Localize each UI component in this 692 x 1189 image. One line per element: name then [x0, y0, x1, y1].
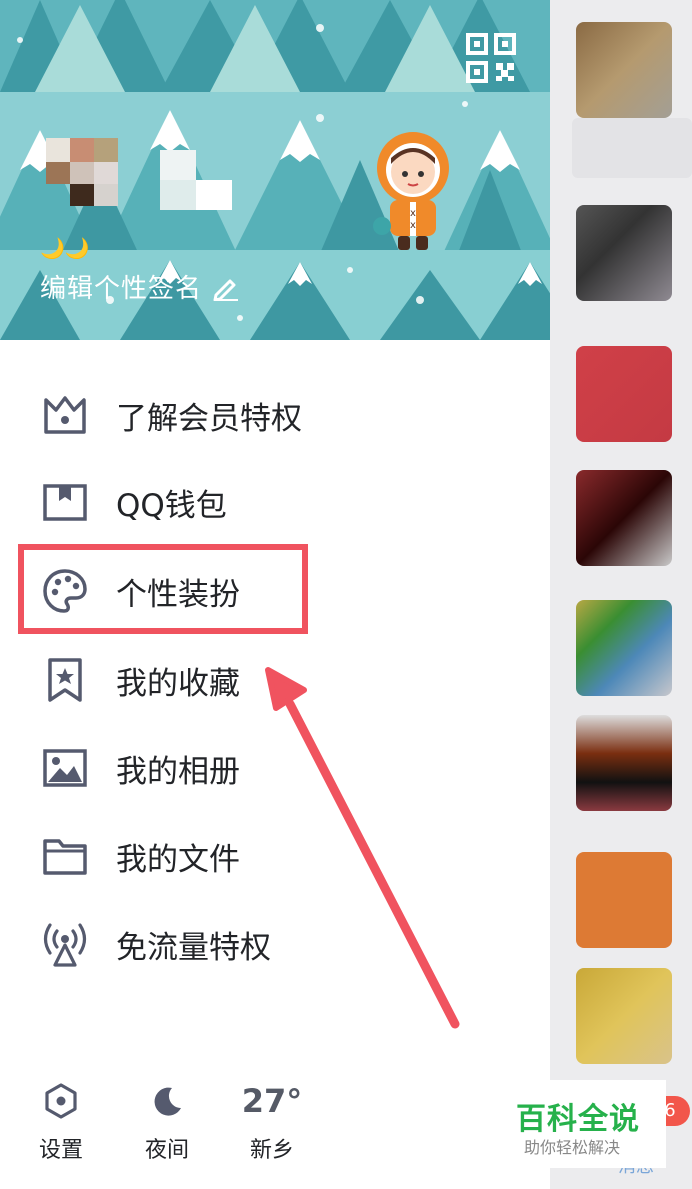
menu-item-vip[interactable]: 了解会员特权: [40, 380, 510, 450]
weather-city: 新乡: [249, 1138, 294, 1163]
background-chat-list: [550, 0, 692, 1189]
moon-icon: [150, 1078, 184, 1124]
bookmark-star-icon: [40, 655, 90, 705]
svg-text:x: x: [410, 208, 416, 219]
blurred-avatar: [576, 470, 672, 566]
nickname: [160, 150, 232, 210]
blurred-avatar: [576, 346, 672, 442]
blurred-row: [572, 118, 692, 178]
menu-item-freeflow[interactable]: 免流量特权: [40, 909, 510, 979]
menu-item-favorites[interactable]: 我的收藏: [40, 645, 510, 715]
antenna-icon: [40, 919, 90, 969]
crown-icon: [40, 390, 90, 440]
signature-text: 编辑个性签名: [40, 274, 203, 304]
blurred-avatar: [576, 205, 672, 301]
blurred-avatar: [576, 600, 672, 696]
pencil-icon: [213, 279, 239, 301]
drawer-bottom-bar: 设置 夜间 27° 新乡: [0, 1078, 550, 1189]
settings-label: 设置: [38, 1138, 83, 1163]
image-icon: [40, 743, 90, 793]
watermark-title: 百科全说: [516, 1102, 640, 1137]
watermark-subtitle: 助你轻松解决: [524, 1138, 621, 1157]
menu-item-label: QQ钱包: [116, 487, 227, 524]
menu-item-label: 我的相册: [116, 753, 240, 790]
menu-item-album[interactable]: 我的相册: [40, 733, 510, 803]
blurred-avatar: [576, 852, 672, 948]
qr-code-icon[interactable]: [465, 32, 517, 84]
watermark: 百科全说 助你轻松解决: [504, 1080, 666, 1168]
eskimo-mascot: x x: [373, 132, 449, 250]
settings-hexagon-icon: [44, 1078, 78, 1124]
avatar[interactable]: [46, 138, 118, 230]
folder-icon: [40, 831, 90, 881]
night-mode-button[interactable]: 夜间: [127, 1078, 207, 1164]
menu-item-label: 我的文件: [116, 841, 240, 878]
weather-temperature: 27°: [241, 1082, 303, 1120]
blurred-avatar: [576, 22, 672, 118]
blurred-avatar: [576, 715, 672, 811]
menu-item-wallet[interactable]: QQ钱包: [40, 467, 510, 537]
settings-button[interactable]: 设置: [21, 1078, 101, 1164]
night-label: 夜间: [144, 1138, 189, 1163]
menu-item-label: 了解会员特权: [116, 400, 302, 437]
wallet-icon: [40, 477, 90, 527]
weather-widget[interactable]: 27° 新乡: [232, 1078, 312, 1164]
menu-item-label: 免流量特权: [116, 929, 271, 966]
highlight-box: [18, 544, 308, 634]
svg-text:x: x: [410, 220, 416, 231]
edit-signature[interactable]: 编辑个性签名: [40, 268, 240, 305]
menu-item-files[interactable]: 我的文件: [40, 821, 510, 891]
profile-header: 🌙🌙 编辑个性签名 x x: [0, 0, 550, 340]
level-badges: 🌙🌙: [40, 236, 90, 260]
menu-item-label: 我的收藏: [116, 665, 240, 702]
blurred-avatar: [576, 968, 672, 1064]
